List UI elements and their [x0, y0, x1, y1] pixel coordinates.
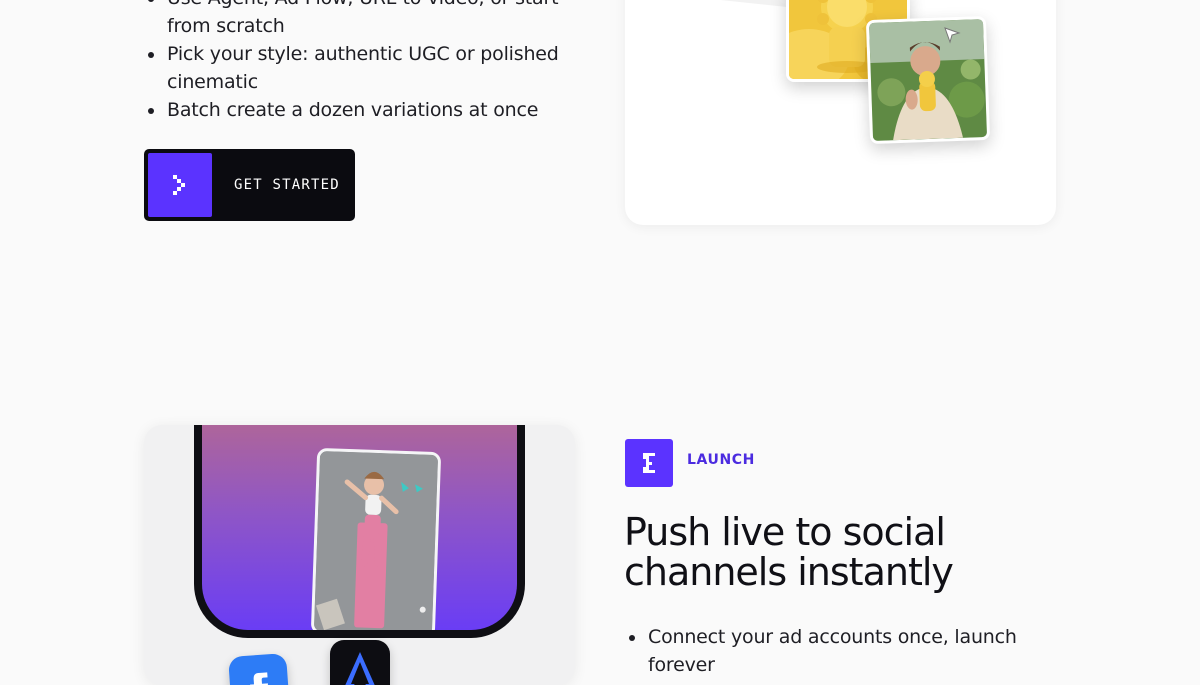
section-tag-label: LAUNCH — [687, 452, 756, 468]
get-started-button[interactable]: GET STARTED — [144, 149, 355, 221]
chevron-right-pixel-icon — [148, 153, 212, 217]
facebook-icon — [228, 653, 290, 685]
yoga-workout-video[interactable] — [310, 447, 442, 630]
bullet-item: Connect your ad accounts once, launch fo… — [626, 623, 1046, 679]
create-preview-card — [625, 0, 1056, 225]
feature-create-bullets: Use Agent, Ad Flow, URL-to-video, or sta… — [145, 0, 565, 124]
section-headline: Push live to social channels instantly — [624, 510, 954, 594]
aragon-a-icon — [330, 640, 390, 685]
launch-pixel-icon — [625, 439, 673, 487]
cursor-arrow-icon — [943, 26, 961, 48]
phone-screen — [202, 425, 517, 630]
bullet-item: Use Agent, Ad Flow, URL-to-video, or sta… — [145, 0, 565, 40]
get-started-label: GET STARTED — [234, 177, 340, 193]
creator-thumbnail — [865, 15, 991, 145]
bullet-item: Pick your style: authentic UGC or polish… — [145, 40, 565, 96]
launch-preview-card — [144, 425, 575, 685]
phone-mockup — [194, 425, 525, 638]
feature-launch-bullets: Connect your ad accounts once, launch fo… — [626, 623, 1046, 679]
bullet-item: Batch create a dozen variations at once — [145, 96, 565, 124]
